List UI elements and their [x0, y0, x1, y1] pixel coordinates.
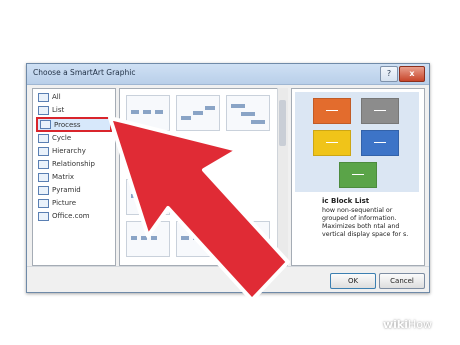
watermark-wiki: wiki [383, 318, 409, 331]
watermark-how: How [408, 318, 433, 331]
wikihow-watermark: wikiHow [383, 318, 432, 331]
red-pointer-arrow [108, 116, 290, 302]
